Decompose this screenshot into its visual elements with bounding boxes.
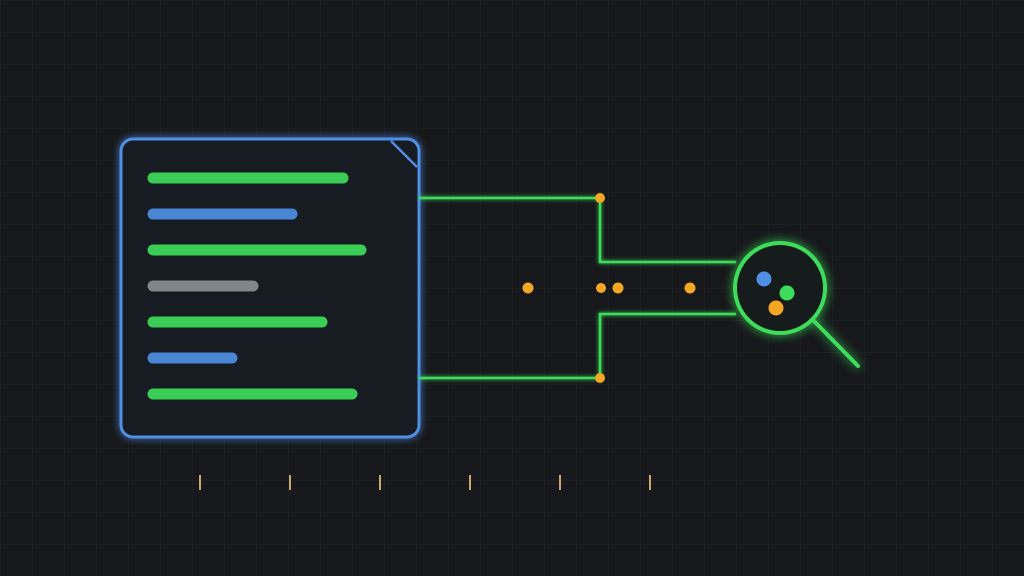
middle-node-2	[596, 283, 606, 293]
middle-node-4	[684, 282, 696, 294]
magnifier-dot-orange	[768, 300, 784, 316]
diagram-svg	[0, 0, 1024, 576]
bottom-junction-node	[595, 373, 605, 383]
middle-node-1	[522, 282, 534, 294]
document-icon	[119, 137, 421, 439]
diagram-canvas	[0, 0, 1024, 576]
magnifier-dot-blue	[756, 271, 772, 287]
top-junction-node	[595, 193, 605, 203]
magnifier-dot-green	[779, 285, 795, 301]
middle-node-3	[612, 282, 624, 294]
